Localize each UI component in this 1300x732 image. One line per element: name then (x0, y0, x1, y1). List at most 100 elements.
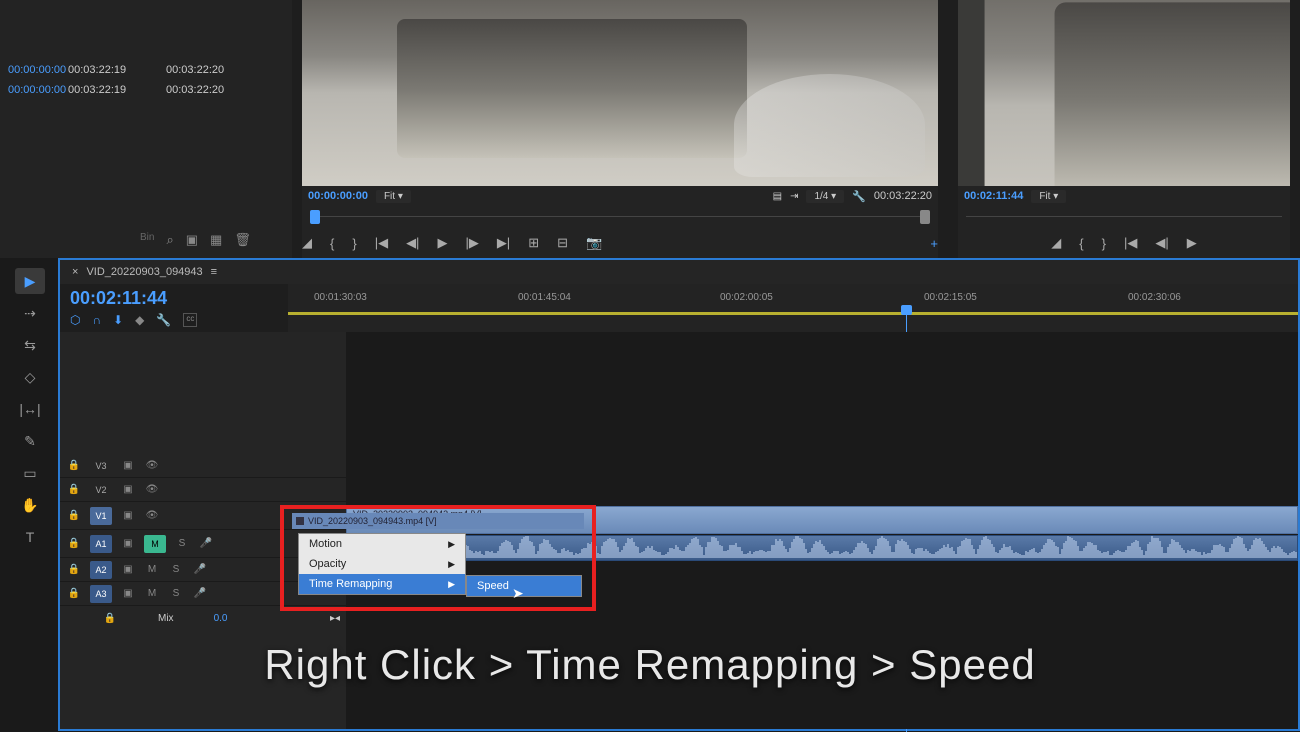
mark-out-icon[interactable]: { (330, 236, 334, 251)
sync-lock-icon[interactable]: ▣ (120, 588, 136, 599)
video-track-header[interactable]: 🔒 V3 ▣ 👁 (60, 454, 346, 478)
snap-icon[interactable]: ⬡ (70, 313, 80, 327)
panel-menu-icon[interactable]: ≡ (211, 266, 217, 278)
solo-button[interactable]: S (168, 564, 184, 575)
voiceover-icon[interactable]: 🎤 (192, 564, 208, 575)
lock-icon[interactable]: 🔒 (66, 460, 82, 471)
track-label[interactable]: V3 (90, 457, 112, 475)
sync-lock-icon[interactable]: ▣ (120, 460, 136, 471)
sync-lock-icon[interactable]: ▣ (120, 538, 136, 549)
lock-icon[interactable]: 🔒 (66, 588, 82, 599)
step-fwd-icon[interactable]: |▶ (465, 235, 478, 251)
razor-tool-icon[interactable]: ◇ (15, 364, 45, 390)
program-scrubber[interactable] (958, 206, 1290, 228)
step-back-icon[interactable]: ◀| (1155, 235, 1168, 251)
mute-button[interactable]: M (144, 588, 160, 599)
tutorial-caption: Right Click > Time Remapping > Speed (264, 641, 1035, 689)
selection-tool-icon[interactable]: ▶ (15, 268, 45, 294)
hand-tool-icon[interactable]: ✋ (15, 492, 45, 518)
folder-icon[interactable]: ▣ (186, 232, 198, 248)
context-menu-item-time-remapping[interactable]: Time Remapping▶ (299, 574, 465, 594)
lock-icon[interactable]: 🔒 (66, 564, 82, 575)
lock-icon[interactable]: 🔒 (102, 613, 118, 624)
sequence-tab[interactable]: × VID_20220903_094943 ≡ (60, 260, 1298, 284)
source-preview[interactable] (302, 0, 938, 186)
ripple-edit-tool-icon[interactable]: ⇆ (15, 332, 45, 358)
wrench-icon[interactable]: 🔧 (156, 313, 171, 327)
slip-tool-icon[interactable]: |↔| (15, 396, 45, 422)
source-display-mode-icon[interactable]: ▤ (773, 191, 782, 202)
video-track-header[interactable]: 🔒 V2 ▣ 👁 (60, 478, 346, 502)
work-area-bar[interactable] (288, 312, 1298, 315)
eye-icon[interactable]: 👁 (144, 484, 160, 495)
trash-icon[interactable]: 🗑 (234, 232, 251, 248)
lock-icon[interactable]: 🔒 (66, 538, 82, 549)
rectangle-tool-icon[interactable]: ▭ (15, 460, 45, 486)
program-timecode[interactable]: 00:02:11:44 (964, 190, 1023, 202)
overwrite-icon[interactable]: ⊟ (557, 235, 568, 251)
track-label[interactable]: A2 (90, 561, 112, 579)
source-fit-dropdown[interactable]: Fit ▾ (376, 190, 411, 203)
lock-icon[interactable]: 🔒 (66, 510, 82, 521)
mute-button[interactable]: M (144, 564, 160, 575)
sync-lock-icon[interactable]: ▣ (120, 564, 136, 575)
linked-selection-icon[interactable]: ∩ (92, 313, 101, 327)
export-frame-icon[interactable]: 📷 (586, 235, 602, 251)
track-select-tool-icon[interactable]: ⇢ (15, 300, 45, 326)
type-tool-icon[interactable]: T (15, 524, 45, 550)
insert-icon[interactable]: ⊞ (528, 235, 539, 251)
eye-icon[interactable]: 👁 (144, 510, 160, 521)
mute-button[interactable]: M (144, 535, 166, 553)
playhead-timecode[interactable]: 00:02:11:44 (70, 288, 278, 309)
track-label[interactable]: A3 (90, 585, 112, 603)
settings-icon[interactable]: 🔧 (852, 190, 866, 203)
marker-add-icon[interactable]: ⬇ (113, 313, 123, 327)
play-icon[interactable]: ▶ (437, 235, 447, 251)
expand-icon[interactable]: ▸◂ (330, 613, 340, 624)
timeline-ruler[interactable]: 00:01:30:03 00:01:45:04 00:02:00:05 00:0… (288, 284, 1298, 332)
mark-clip-icon[interactable]: } (352, 236, 356, 251)
go-to-in-icon[interactable]: |◀ (375, 235, 388, 251)
lock-icon[interactable]: 🔒 (66, 484, 82, 495)
mark-out-icon[interactable]: { (1079, 236, 1083, 251)
metadata-row[interactable]: 00:00:00:00 00:03:22:19 00:03:22:20 (0, 80, 292, 100)
go-to-in-icon[interactable]: |◀ (1124, 235, 1137, 251)
eye-icon[interactable]: 👁 (144, 460, 160, 471)
source-in-timecode[interactable]: 00:00:00:00 (308, 190, 368, 202)
track-label[interactable]: A1 (90, 535, 112, 553)
play-icon[interactable]: ▶ (1187, 235, 1197, 251)
mix-value[interactable]: 0.0 (214, 613, 228, 624)
close-tab-icon[interactable]: × (72, 266, 78, 278)
sync-lock-icon[interactable]: ▣ (120, 510, 136, 521)
program-preview[interactable] (958, 0, 1290, 186)
context-menu-item-motion[interactable]: Motion▶ (299, 534, 465, 554)
source-scale-dropdown[interactable]: 1/4 ▾ (806, 190, 844, 203)
go-to-out-icon[interactable]: ▶| (497, 235, 510, 251)
program-fit-dropdown[interactable]: Fit ▾ (1031, 190, 1066, 203)
timeline-header-left: 00:02:11:44 ⬡ ∩ ⬇ ◆ 🔧 cc (60, 284, 288, 332)
track-label[interactable]: V2 (90, 481, 112, 499)
mark-clip-icon[interactable]: } (1102, 236, 1106, 251)
metadata-row[interactable]: 00:00:00:00 00:03:22:19 00:03:22:20 (0, 60, 292, 80)
add-button-icon[interactable]: + (930, 236, 938, 251)
sync-lock-icon[interactable]: ▣ (120, 484, 136, 495)
source-playback-res-icon[interactable]: ⇥ (790, 191, 798, 202)
source-out-timecode[interactable]: 00:03:22:20 (874, 190, 932, 202)
voiceover-icon[interactable]: 🎤 (192, 588, 208, 599)
solo-button[interactable]: S (168, 588, 184, 599)
step-back-icon[interactable]: ◀| (406, 235, 419, 251)
marker-icon[interactable]: ◆ (135, 313, 144, 327)
voiceover-icon[interactable]: 🎤 (198, 538, 214, 549)
solo-button[interactable]: S (174, 538, 190, 549)
mark-in-icon[interactable]: ◢ (1051, 235, 1061, 251)
captions-icon[interactable]: cc (183, 313, 197, 327)
program-controls-bar: 00:02:11:44 Fit ▾ (958, 186, 1290, 206)
new-item-icon[interactable]: ▦ (210, 232, 222, 248)
context-submenu-item-speed[interactable]: Speed (467, 576, 581, 596)
track-label[interactable]: V1 (90, 507, 112, 525)
pen-tool-icon[interactable]: ✎ (15, 428, 45, 454)
mark-in-icon[interactable]: ◢ (302, 235, 312, 251)
source-scrubber[interactable] (302, 206, 938, 228)
context-menu-item-opacity[interactable]: Opacity▶ (299, 554, 465, 574)
search-icon[interactable]: ⌕ (166, 232, 173, 248)
